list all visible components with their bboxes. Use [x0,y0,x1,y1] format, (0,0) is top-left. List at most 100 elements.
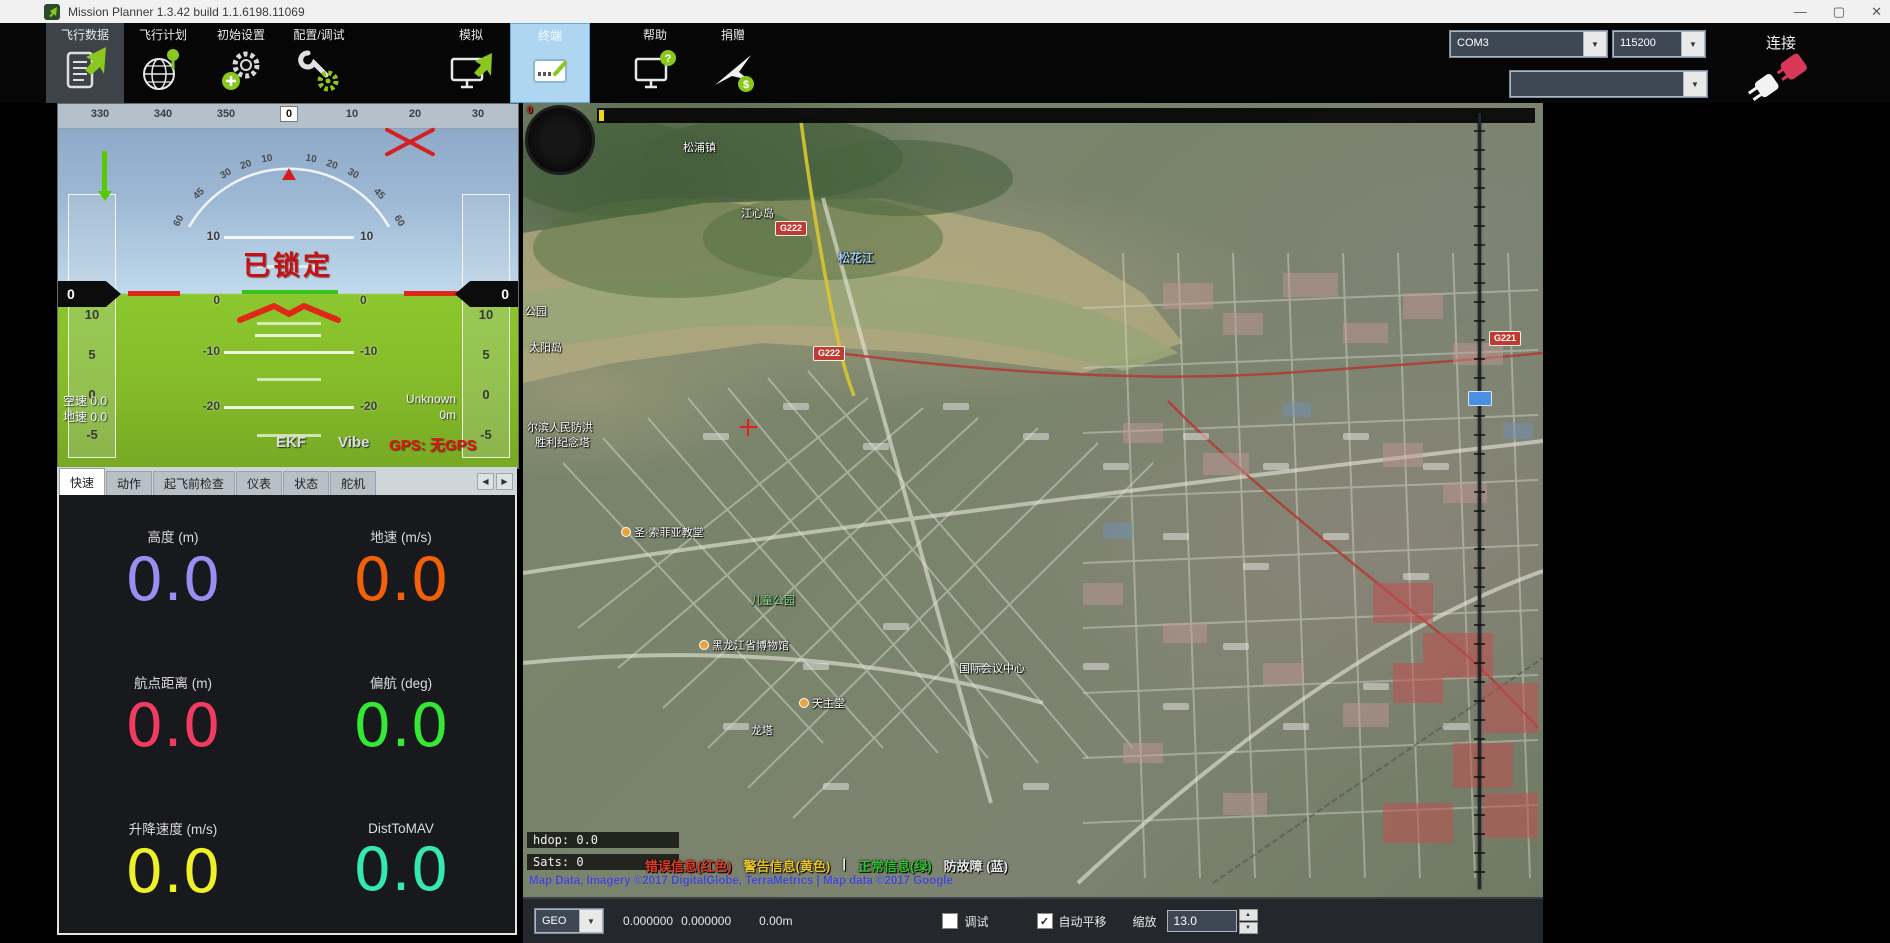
toolbar-item-donate[interactable]: 捐赠 $ [694,23,772,103]
tab-起飞前检查[interactable]: 起飞前检查 [153,471,235,495]
tab-scroll-right-icon[interactable]: ▶ [496,473,513,490]
quick-cell-groundspeed[interactable]: 地速 (m/s)0.0 [287,495,515,641]
legend-item: 防故障 (蓝) [944,856,1008,875]
secondary-port-select[interactable]: ▼ [1510,71,1707,97]
chevron-down-icon[interactable]: ▼ [1583,31,1607,57]
tab-动作[interactable]: 动作 [106,471,152,495]
toolbar-item-label: 捐赠 [721,26,745,43]
autopan-checkbox[interactable]: ✓ [1037,913,1053,929]
progress-marker [599,110,604,121]
pitch-label: -20 [186,399,220,413]
quick-cell-vertical-speed[interactable]: 升降速度 (m/s)0.0 [59,787,287,933]
com-port-value: COM3 [1450,31,1583,57]
chevron-down-icon[interactable]: ▼ [1681,31,1705,57]
route-badge: G222 [775,221,807,236]
zoom-increment-button[interactable]: ▲ [1239,909,1258,921]
quick-cell-label: 偏航 (deg) [370,672,432,692]
chevron-down-icon[interactable]: ▼ [579,909,603,933]
roll-mark: 10 [261,153,274,166]
svg-text:$: $ [743,79,749,91]
legend-item: 警告信息(黄色) [744,856,831,875]
quick-cell-yaw[interactable]: 偏航 (deg)0.0 [287,641,515,787]
link-status-text: Unknown [406,392,456,406]
main-toolbar: 飞行数据飞行计划初始设置配置/调试模拟终端帮助? 捐赠 $ COM3 ▼ 11520… [0,23,1890,103]
toolbar-item-label: 帮助 [643,26,667,43]
pitch-label: -10 [360,344,394,358]
airspeed-readout: 空速 0.0 [63,392,107,409]
close-button[interactable]: ✕ [1871,5,1882,18]
tab-scroll-left-icon[interactable]: ◀ [477,473,494,490]
map-label: 尔滨人民防洪 [527,419,593,435]
debug-checkbox[interactable] [942,913,958,929]
donate-icon: $ [710,45,756,95]
map-label: 黑龙江省博物馆 [699,637,789,653]
pitch-label: 10 [360,229,394,243]
titlebar: Mission Planner 1.3.42 build 1.1.6198.11… [0,0,1890,23]
tab-舵机[interactable]: 舵机 [330,471,376,495]
debug-label: 调试 [964,913,988,930]
toolbar-item-simulation[interactable]: 模拟 [432,23,510,103]
ekf-indicator[interactable]: EKF [276,434,306,451]
zoom-input[interactable]: 13.0 [1167,910,1237,932]
poi-icon [699,640,709,650]
flight-data-icon [62,45,108,95]
toolbar-item-config-tuning[interactable]: 配置/调试 [280,23,358,103]
map-zoom-slider[interactable] [1468,113,1490,889]
legend-item: 错误信息(红色) [645,856,732,875]
toolbar-item-label: 飞行数据 [61,26,109,43]
tape-value: 5 [463,347,509,362]
pitch-label: 0 [186,293,220,307]
projection-select[interactable]: GEO ▼ [535,909,603,933]
minimize-button[interactable]: — [1794,5,1807,18]
map-status-legend: 错误信息(红色)警告信息(黄色)|正常信息(绿)防故障 (蓝) [645,856,1008,875]
quick-cell-altitude[interactable]: 高度 (m)0.0 [59,495,287,641]
groundspeed-readout: 地速 0.0 [63,408,107,425]
pitch-label: -20 [360,399,394,413]
toolbar-item-label: 初始设置 [217,26,265,43]
map-label: 天主堂 [799,695,845,711]
zoom-decrement-button[interactable]: ▼ [1239,922,1258,934]
tape-value: 10 [69,307,115,322]
baud-rate-select[interactable]: 115200 ▼ [1613,31,1705,57]
config-tuning-icon [296,45,342,95]
chevron-down-icon[interactable]: ▼ [1683,71,1707,97]
quick-cell-label: 高度 (m) [148,526,199,546]
map-label: 圣·索菲亚教堂 [621,524,704,540]
connect-button-label[interactable]: 连接 [1766,32,1796,53]
pitch-label: -10 [186,344,220,358]
horizon-center-line [242,290,338,294]
quick-cell-wp-distance[interactable]: 航点距离 (m)0.0 [59,641,287,787]
toolbar-item-terminal[interactable]: 终端 [510,23,590,103]
autopan-label: 自动平移 [1059,913,1107,930]
map-label: 松花江 [838,249,874,266]
map-compass-gauge [525,105,595,175]
vibe-indicator[interactable]: Vibe [338,434,369,451]
tape-value: 5 [69,347,115,362]
arm-status-text: 已锁定 [58,244,518,283]
pitch-line [224,406,354,409]
hud[interactable]: 3303403500102030 60453020101020304560 10… [57,103,519,469]
legend-item: | [842,856,846,875]
map-label: 公园 [525,303,547,319]
zoom-slider-thumb[interactable] [1468,391,1492,406]
tape-value: 0 [463,387,509,402]
maximize-button[interactable]: ▢ [1833,5,1845,18]
poi-icon [621,527,631,537]
map-label: 龙塔 [751,722,773,738]
tab-快速[interactable]: 快速 [59,468,105,495]
app-icon [44,4,60,20]
tab-状态[interactable]: 状态 [283,471,329,495]
connect-plug-icon[interactable] [1742,51,1816,108]
toolbar-item-flight-data[interactable]: 飞行数据 [46,23,124,103]
toolbar-item-initial-setup[interactable]: 初始设置 [202,23,280,103]
toolbar-item-flight-plan[interactable]: 飞行计划 [124,23,202,103]
hdop-readout: hdop: 0.0 [527,832,679,848]
com-port-select[interactable]: COM3 ▼ [1450,31,1607,57]
map-view[interactable]: 0松浦镇江心岛松花江公园太阳岛尔滨人民防洪胜利纪念塔圣·索菲亚教堂儿童公园黑龙江… [523,103,1543,897]
quick-cell-label: DistToMAV [368,821,434,836]
pitch-line [224,236,354,239]
quick-cell-dist-to-mav[interactable]: DistToMAV0.0 [287,787,515,933]
pitch-label: 0 [360,293,394,307]
toolbar-item-help[interactable]: 帮助? [616,23,694,103]
tab-仪表[interactable]: 仪表 [236,471,282,495]
